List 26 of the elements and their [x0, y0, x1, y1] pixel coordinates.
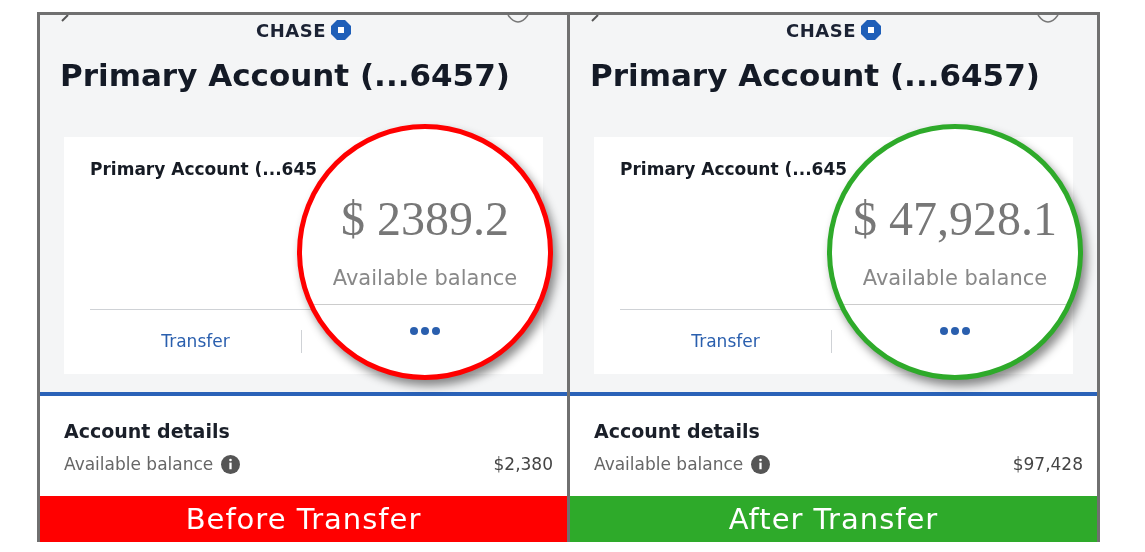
logo-icon [331, 20, 351, 40]
balance-label: Available balance [862, 266, 1048, 290]
page-title: Primary Account (...6457) [589, 56, 1041, 95]
page-title: Primary Account (...6457) [59, 56, 511, 95]
balance-label: Available balance [332, 266, 518, 290]
transfer-link[interactable]: Transfer [691, 330, 760, 351]
account-name: Primary Account (...645 [90, 159, 318, 179]
balance-value: $2,380 [493, 454, 553, 474]
transfer-link[interactable]: Transfer [161, 330, 230, 351]
balance-label: Available balance [64, 454, 214, 474]
balance-amount: $ 2389.2 [341, 191, 509, 246]
balance-label: Available balance [594, 454, 744, 474]
info-icon[interactable] [221, 454, 241, 474]
info-icon[interactable] [751, 454, 771, 474]
more-icon[interactable] [940, 327, 970, 335]
balance-amount: $ 47,928.1 [853, 191, 1057, 246]
more-icon[interactable] [410, 327, 440, 335]
details-heading: Account details [594, 420, 761, 442]
details-heading: Account details [64, 420, 231, 442]
logo: CHASE [786, 19, 856, 41]
account-name: Primary Account (...645 [620, 159, 848, 179]
caption-text: After Transfer [728, 502, 939, 536]
caption-text: Before Transfer [185, 502, 422, 536]
logo-icon [861, 20, 881, 40]
balance-value: $97,428 [1012, 454, 1083, 474]
logo: CHASE [256, 19, 326, 41]
